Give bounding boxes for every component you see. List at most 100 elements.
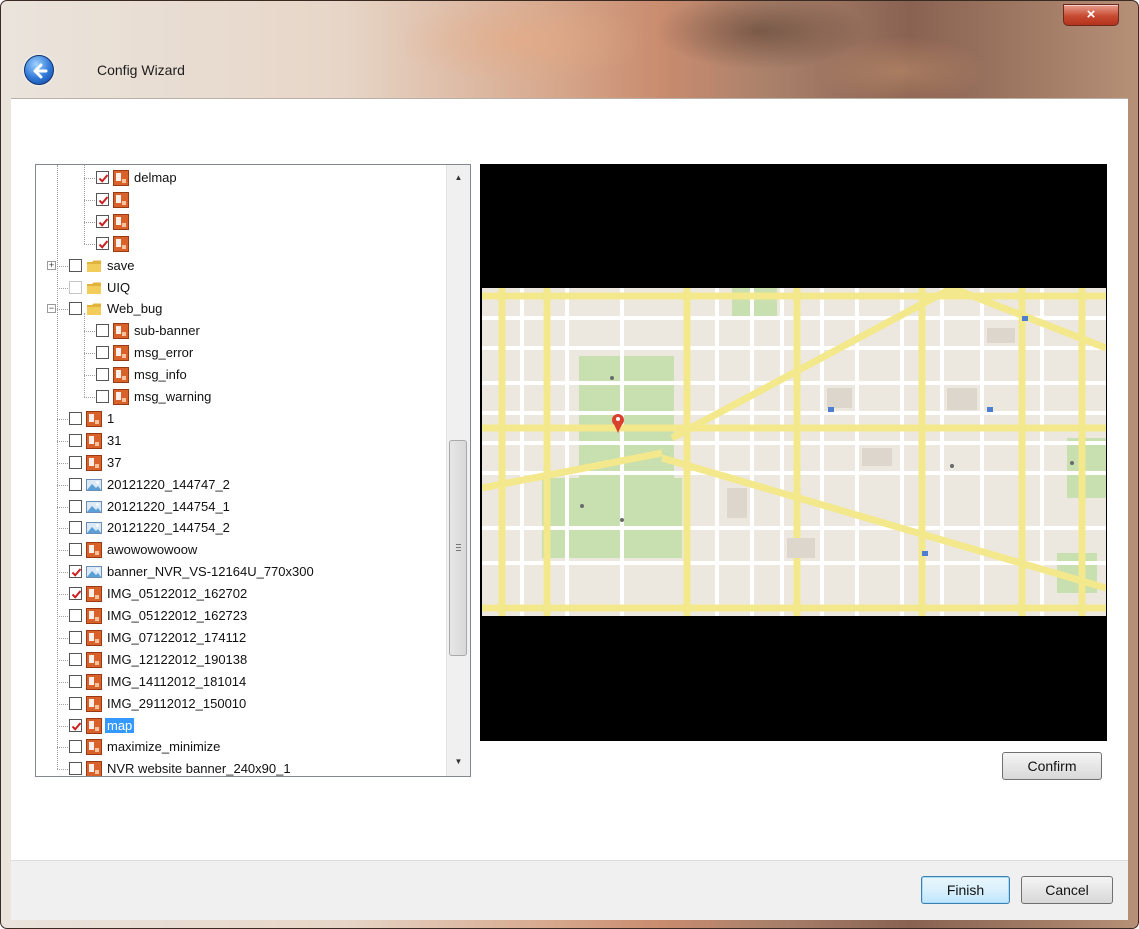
collapse-icon[interactable]: −: [47, 304, 56, 314]
close-button[interactable]: ×: [1063, 4, 1119, 26]
image-file-icon: [113, 213, 129, 230]
tree-item-checkbox[interactable]: [69, 696, 82, 710]
tree-item-checkbox[interactable]: [69, 543, 82, 557]
tree-item[interactable]: banner_NVR_VS-12164U_770x300: [36, 562, 446, 582]
image-file-icon: [113, 170, 129, 186]
back-arrow-icon: [33, 63, 48, 79]
tree-item[interactable]: IMG_07122012_174112: [36, 628, 446, 648]
tree-item[interactable]: 20121220_144747_2: [36, 475, 446, 495]
tree-item-label: NVR website banner_240x90_1: [107, 761, 291, 777]
tree-item[interactable]: [36, 234, 446, 254]
confirm-button[interactable]: Confirm: [1002, 752, 1102, 780]
tree-item-label: 31: [107, 432, 122, 448]
tree-item[interactable]: maximize_minimize: [36, 737, 446, 757]
tree-item[interactable]: 31: [36, 431, 446, 451]
tree-item[interactable]: msg_info: [36, 365, 446, 385]
check-icon: [98, 240, 109, 249]
tree-item[interactable]: IMG_05122012_162723: [36, 606, 446, 626]
image-file-icon: [86, 586, 102, 603]
check-icon: [98, 218, 109, 227]
image-file-icon: [113, 191, 129, 208]
folder-icon: [86, 280, 102, 296]
tree-item-checkbox[interactable]: [96, 390, 109, 403]
window-frame: × Config Wizard delmap + save UIQ − Web_bug su…: [0, 0, 1139, 929]
tree-scrollbar[interactable]: ▲ ▼: [446, 165, 470, 776]
tree-item[interactable]: [36, 190, 446, 210]
tree-item-checkbox[interactable]: [69, 630, 82, 644]
tree-item-checkbox[interactable]: [96, 346, 109, 360]
scroll-down-arrow[interactable]: ▼: [447, 753, 470, 771]
tree-connector: [84, 178, 95, 179]
image-file-icon: [86, 673, 102, 690]
tree-connector: [57, 484, 68, 486]
tree-item-checkbox[interactable]: [96, 324, 109, 338]
back-button[interactable]: [24, 55, 54, 85]
tree-connector: [57, 681, 68, 683]
tree-item[interactable]: 20121220_144754_2: [36, 518, 446, 538]
tree-item-checkbox[interactable]: [69, 455, 82, 469]
tree-item[interactable]: msg_warning: [36, 387, 446, 407]
tree-connector: [84, 353, 95, 355]
tree-item-checkbox[interactable]: [69, 762, 82, 776]
tree-item-label: maximize_minimize: [107, 739, 221, 755]
file-tree[interactable]: delmap + save UIQ − Web_bug sub-banner msg_erro…: [35, 164, 471, 777]
tree-item[interactable]: IMG_12122012_190138: [36, 650, 446, 670]
finish-button[interactable]: Finish: [921, 876, 1010, 904]
tree-item-checkbox[interactable]: [96, 192, 109, 206]
tree-item[interactable]: − Web_bug: [36, 299, 446, 319]
tree-item-checkbox[interactable]: [69, 565, 82, 579]
image-file-icon: [86, 629, 102, 646]
tree-item[interactable]: 37: [36, 453, 446, 473]
tree-item-label: map: [105, 717, 135, 733]
tree-item[interactable]: 1: [36, 409, 446, 429]
tree-item-checkbox[interactable]: [69, 411, 82, 425]
tree-item-checkbox[interactable]: [69, 609, 82, 622]
tree-item[interactable]: UIQ: [36, 278, 446, 298]
map-graphic: [482, 288, 1106, 616]
tree-item[interactable]: IMG_14112012_181014: [36, 672, 446, 692]
tree-item-checkbox[interactable]: [69, 740, 82, 754]
tree-item[interactable]: IMG_29112012_150010: [36, 694, 446, 714]
tree-item-checkbox[interactable]: [69, 674, 82, 688]
image-file-icon: [86, 695, 102, 712]
tree-item-checkbox[interactable]: [69, 433, 82, 447]
tree-item-checkbox[interactable]: [69, 302, 82, 316]
tree-item[interactable]: NVR website banner_240x90_1: [36, 759, 446, 777]
check-icon: [98, 196, 109, 205]
cancel-button[interactable]: Cancel: [1021, 876, 1113, 904]
tree-item[interactable]: map: [36, 716, 446, 736]
tree-item[interactable]: IMG_05122012_162702: [36, 584, 446, 604]
image-file-icon: [86, 651, 102, 668]
tree-item-checkbox[interactable]: [69, 521, 82, 535]
tree-item[interactable]: + save: [36, 256, 446, 276]
picture-icon: [86, 499, 102, 515]
expand-icon[interactable]: +: [47, 260, 56, 270]
tree-item-checkbox[interactable]: [69, 587, 82, 601]
tree-item-checkbox[interactable]: [96, 236, 109, 250]
tree-item-checkbox[interactable]: [69, 718, 82, 732]
close-icon: ×: [1086, 6, 1096, 23]
tree-item-checkbox[interactable]: [69, 280, 82, 294]
tree-item-checkbox[interactable]: [96, 368, 109, 382]
tree-item[interactable]: delmap: [36, 168, 446, 188]
tree-item[interactable]: msg_error: [36, 343, 446, 363]
tree-item[interactable]: 20121220_144754_1: [36, 497, 446, 517]
tree-connector: [57, 703, 68, 705]
tree-item-checkbox[interactable]: [96, 214, 109, 228]
image-file-icon: [113, 367, 129, 384]
image-file-icon: [86, 542, 102, 559]
tree-item-checkbox[interactable]: [69, 477, 82, 491]
tree-item-checkbox[interactable]: [96, 171, 109, 184]
tree-guide-line: [84, 165, 85, 244]
tree-item-checkbox[interactable]: [69, 258, 82, 272]
picture-icon: [86, 520, 102, 536]
picture-icon: [86, 564, 102, 580]
scroll-up-arrow[interactable]: ▲: [447, 169, 470, 187]
tree-item[interactable]: awowowowoow: [36, 540, 446, 560]
image-file-icon: [113, 235, 129, 252]
tree-item[interactable]: sub-banner: [36, 321, 446, 341]
scroll-thumb[interactable]: [449, 440, 467, 656]
tree-item[interactable]: [36, 212, 446, 232]
tree-item-checkbox[interactable]: [69, 499, 82, 513]
tree-item-checkbox[interactable]: [69, 652, 82, 666]
